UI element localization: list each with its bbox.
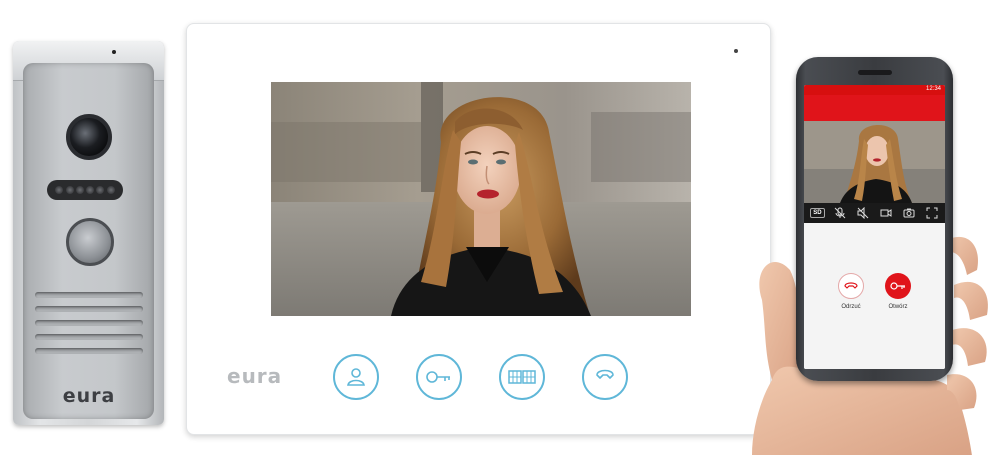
unlock-button[interactable] <box>416 354 462 400</box>
earpiece-icon <box>858 70 892 75</box>
woman-portrait-photo <box>804 121 945 203</box>
mic-muted-icon <box>834 207 846 219</box>
monitor-screen <box>271 82 691 316</box>
hang-up-icon <box>844 282 858 289</box>
grille-slot <box>35 348 143 354</box>
ir-led-strip <box>47 180 123 200</box>
speaker-muted-icon <box>857 207 869 219</box>
sd-label: SD <box>810 208 825 218</box>
ir-led-icon <box>96 186 105 194</box>
woman-portrait-photo <box>271 82 691 316</box>
microphone-icon <box>112 50 116 54</box>
app-header <box>804 95 945 121</box>
ir-led-icon <box>75 186 84 194</box>
smartphone: 12:34 SD Odrzuć Otwórz <box>796 57 953 381</box>
record-button[interactable] <box>878 206 894 220</box>
grille-slot <box>35 292 143 298</box>
phone-screen: 12:34 SD Odrzuć Otwórz <box>804 85 945 369</box>
gate-button[interactable] <box>499 354 545 400</box>
snapshot-button[interactable] <box>901 206 917 220</box>
fullscreen-icon <box>926 207 938 219</box>
video-toolbar: SD <box>804 203 945 223</box>
ir-led-icon <box>86 186 95 194</box>
status-time: 12:34 <box>925 86 941 92</box>
grille-slot <box>35 306 143 312</box>
door-station-logo: eura <box>62 385 116 407</box>
gate-icon <box>508 370 536 384</box>
decline-button[interactable] <box>838 273 864 299</box>
ir-led-icon <box>65 186 74 194</box>
grille-slot <box>35 320 143 326</box>
handset-button[interactable] <box>582 354 628 400</box>
fullscreen-button[interactable] <box>924 206 940 220</box>
speaker-grille-icon <box>35 292 143 364</box>
phone-video-feed <box>804 121 945 203</box>
key-icon <box>426 371 450 383</box>
open-button[interactable] <box>885 273 911 299</box>
status-bar: 12:34 <box>804 85 945 95</box>
mic-toggle[interactable] <box>832 206 848 220</box>
monitor-button[interactable] <box>333 354 379 400</box>
ir-led-icon <box>55 186 64 194</box>
monitor-sensor-icon <box>734 49 738 53</box>
handset-icon <box>596 369 614 379</box>
sd-toggle[interactable]: SD <box>809 206 825 220</box>
indoor-monitor: eura <box>186 23 771 435</box>
person-icon <box>347 368 365 386</box>
speaker-toggle[interactable] <box>855 206 871 220</box>
decline-label: Odrzuć <box>841 304 861 310</box>
call-button[interactable] <box>66 218 114 266</box>
grille-slot <box>35 334 143 340</box>
record-icon <box>880 209 892 217</box>
snapshot-icon <box>903 208 915 218</box>
call-actions-panel: Odrzuć Otwórz <box>804 223 945 369</box>
ir-led-icon <box>106 186 115 194</box>
key-icon <box>890 282 905 290</box>
camera-lens-icon <box>66 114 112 160</box>
monitor-logo: eura <box>227 364 283 388</box>
open-label: Otwórz <box>888 304 908 310</box>
